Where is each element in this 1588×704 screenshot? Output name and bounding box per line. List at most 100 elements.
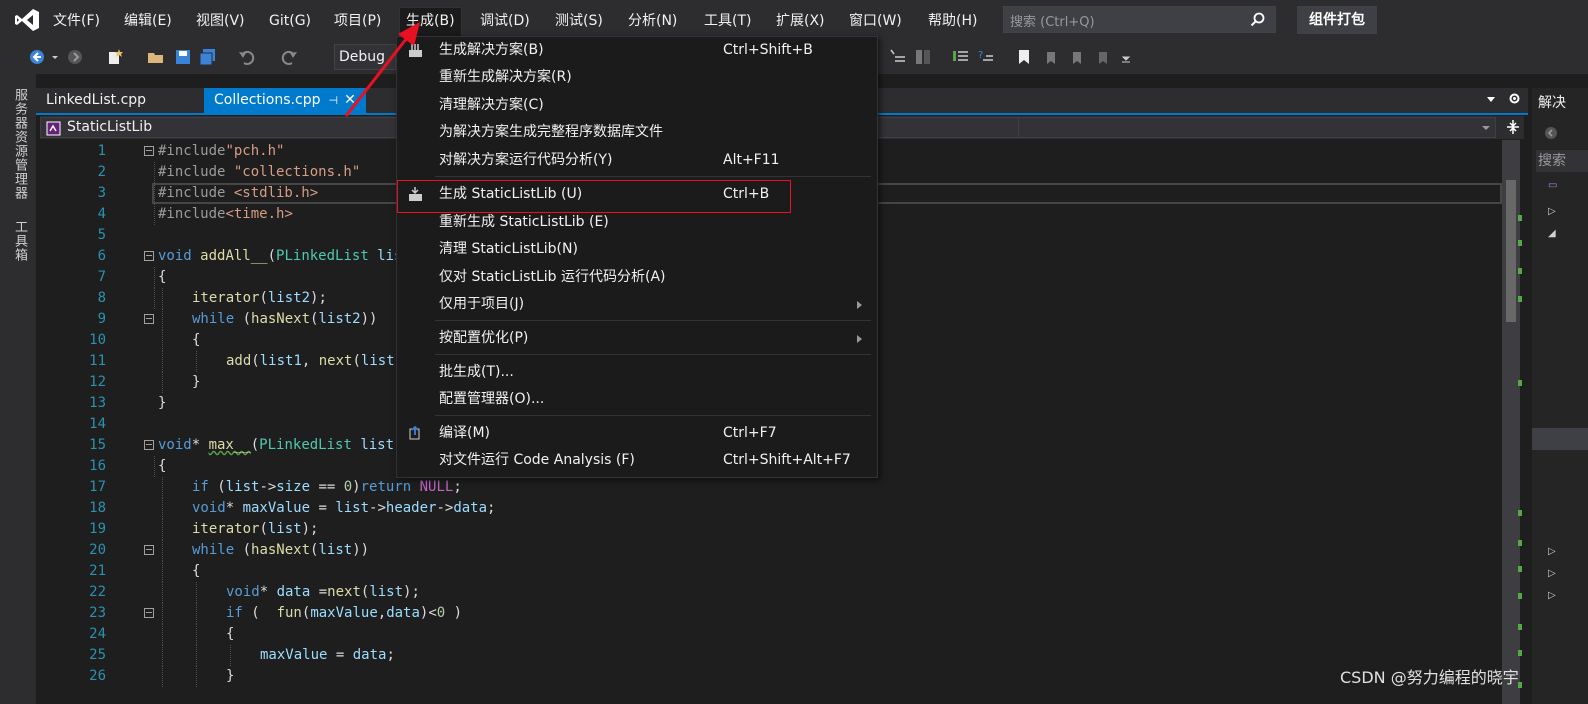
project-scope-dropdown[interactable]: StaticListLib [40, 117, 400, 138]
menu-edit[interactable]: 编辑(E) [121, 9, 175, 33]
toolbar-overflow-icon[interactable] [1120, 48, 1132, 66]
new-project-icon[interactable] [106, 48, 124, 66]
tab-linkedlist[interactable]: LinkedList.cpp [36, 88, 156, 113]
code-text: maxValue = data; [260, 647, 395, 663]
back-icon[interactable] [1544, 126, 1558, 140]
fold-toggle-icon[interactable] [144, 314, 154, 324]
menu-file[interactable]: 文件(F) [50, 9, 103, 33]
line-number: 24 [89, 626, 106, 642]
menu-bar: 文件(F) 编辑(E) 视图(V) Git(G) 项目(P) 生成(B) 调试(… [0, 0, 1588, 40]
collapse-arrow-icon[interactable]: ◢ [1548, 228, 1556, 239]
split-editor-icon[interactable] [1506, 119, 1520, 135]
menu-rebuild-solution[interactable]: 重新生成解决方案(R) [397, 64, 877, 92]
expand-arrow-icon[interactable]: ▷ [1548, 590, 1556, 601]
format-icon[interactable] [889, 48, 907, 66]
menu-analyze[interactable]: 分析(N) [625, 9, 680, 33]
member-dropdown[interactable] [1018, 117, 1496, 138]
menu-extensions[interactable]: 扩展(X) [773, 9, 828, 33]
search-input[interactable]: 搜索 (Ctrl+Q) [1003, 6, 1276, 33]
line-number: 22 [89, 584, 106, 600]
selected-tree-row[interactable] [1532, 428, 1588, 450]
save-all-icon[interactable] [199, 48, 217, 66]
menu-build-solution[interactable]: 生成解决方案(B) Ctrl+Shift+B [397, 37, 877, 65]
menu-run-code-analysis-project[interactable]: 仅对 StaticListLib 运行代码分析(A) [397, 264, 877, 292]
menu-separator [435, 354, 871, 355]
fold-toggle-icon[interactable] [144, 545, 154, 555]
change-marker [1518, 593, 1522, 599]
line-number: 14 [89, 416, 106, 432]
menu-separator [435, 176, 871, 177]
code-line: 18 void* maxValue = list->header->data; [36, 498, 1502, 519]
menu-generate-pdb[interactable]: 为解决方案生成完整程序数据库文件 [397, 119, 877, 147]
menu-configuration-manager[interactable]: 配置管理器(O)... [397, 386, 877, 414]
open-folder-icon[interactable] [147, 48, 165, 66]
fold-toggle-icon[interactable] [144, 251, 154, 261]
code-text: while (hasNext(list)) [192, 542, 370, 558]
redo-icon[interactable] [280, 48, 298, 66]
left-tool-rail: 服务器资源管理器 工具箱 [0, 74, 36, 704]
menu-profile-guided-optimization[interactable]: 按配置优化(P) [397, 325, 877, 353]
menu-run-code-analysis-file[interactable]: 对文件运行 Code Analysis (F) Ctrl+Shift+Alt+F… [397, 447, 877, 475]
code-text: #include"pch.h" [158, 143, 285, 159]
menu-help[interactable]: 帮助(H) [925, 9, 980, 33]
expand-arrow-icon[interactable]: ▷ [1548, 206, 1556, 217]
save-icon[interactable] [174, 48, 192, 66]
menu-git[interactable]: Git(G) [266, 9, 314, 33]
vertical-scrollbar[interactable] [1502, 140, 1520, 704]
menu-rebuild-project[interactable]: 重新生成 StaticListLib (E) [397, 209, 877, 237]
line-number: 15 [89, 437, 106, 453]
menu-view[interactable]: 视图(V) [193, 9, 248, 33]
menu-debug[interactable]: 调试(D) [477, 9, 533, 33]
undo-icon[interactable] [238, 48, 256, 66]
scrollbar-thumb[interactable] [1506, 180, 1516, 322]
layout-icon[interactable] [914, 48, 932, 66]
annotation-highlight-box [397, 180, 791, 213]
bookmark-icon[interactable] [1015, 48, 1033, 66]
submenu-arrow-icon [857, 301, 862, 309]
tab-list-dropdown-icon[interactable] [1486, 94, 1496, 104]
menu-clean-solution[interactable]: 清理解决方案(C) [397, 92, 877, 120]
pin-icon[interactable]: ⊣ [328, 94, 338, 107]
menu-project-only[interactable]: 仅用于项目(J) [397, 291, 877, 319]
code-line: 19 iterator(list); [36, 519, 1502, 540]
expand-arrow-icon[interactable]: ▷ [1548, 546, 1556, 557]
fold-toggle-icon[interactable] [144, 146, 154, 156]
line-number: 5 [97, 227, 106, 243]
menu-tools[interactable]: 工具(T) [701, 9, 754, 33]
clear-bookmarks-icon[interactable] [1094, 48, 1112, 66]
line-number: 3 [97, 185, 106, 201]
gear-icon[interactable] [1508, 92, 1521, 105]
change-marker [1518, 215, 1522, 221]
chevron-down-icon[interactable] [50, 48, 60, 66]
menu-label: 重新生成解决方案(R) [439, 69, 572, 85]
menu-test[interactable]: 测试(S) [552, 9, 606, 33]
forward-icon[interactable] [66, 48, 84, 66]
expand-arrow-icon[interactable]: ▷ [1548, 568, 1556, 579]
line-number: 2 [97, 164, 106, 180]
line-number: 25 [89, 647, 106, 663]
menu-batch-build[interactable]: 批生成(T)... [397, 359, 877, 387]
change-marker [1518, 650, 1522, 656]
profile-button[interactable]: 组件打包 [1297, 6, 1377, 34]
server-explorer-tab[interactable]: 服务器资源管理器 [10, 88, 29, 200]
code-text: if (list->size == 0)return NULL; [192, 479, 462, 495]
prev-bookmark-icon[interactable] [1042, 48, 1060, 66]
menu-clean-project[interactable]: 清理 StaticListLib(N) [397, 236, 877, 264]
back-icon[interactable] [28, 48, 46, 66]
uncomment-icon[interactable]: ? [977, 48, 995, 66]
line-number: 8 [97, 290, 106, 306]
code-text: add(list1, next(list [226, 353, 395, 369]
visual-studio-logo-icon[interactable] [14, 7, 40, 33]
fold-toggle-icon[interactable] [144, 608, 154, 618]
next-bookmark-icon[interactable] [1068, 48, 1086, 66]
comment-icon[interactable] [952, 48, 970, 66]
menu-window[interactable]: 窗口(W) [846, 9, 905, 33]
menu-run-code-analysis-solution[interactable]: 对解决方案运行代码分析(Y) Alt+F11 [397, 147, 877, 175]
code-text: } [226, 668, 235, 684]
menu-compile[interactable]: 编译(M) Ctrl+F7 [397, 420, 877, 448]
toolbox-tab[interactable]: 工具箱 [10, 220, 29, 262]
menu-shortcut: Alt+F11 [723, 152, 780, 168]
build-menu-dropdown: 生成解决方案(B) Ctrl+Shift+B 重新生成解决方案(R) 清理解决方… [396, 36, 878, 478]
fold-toggle-icon[interactable] [144, 440, 154, 450]
solution-search-input[interactable]: 搜索 [1536, 150, 1588, 172]
